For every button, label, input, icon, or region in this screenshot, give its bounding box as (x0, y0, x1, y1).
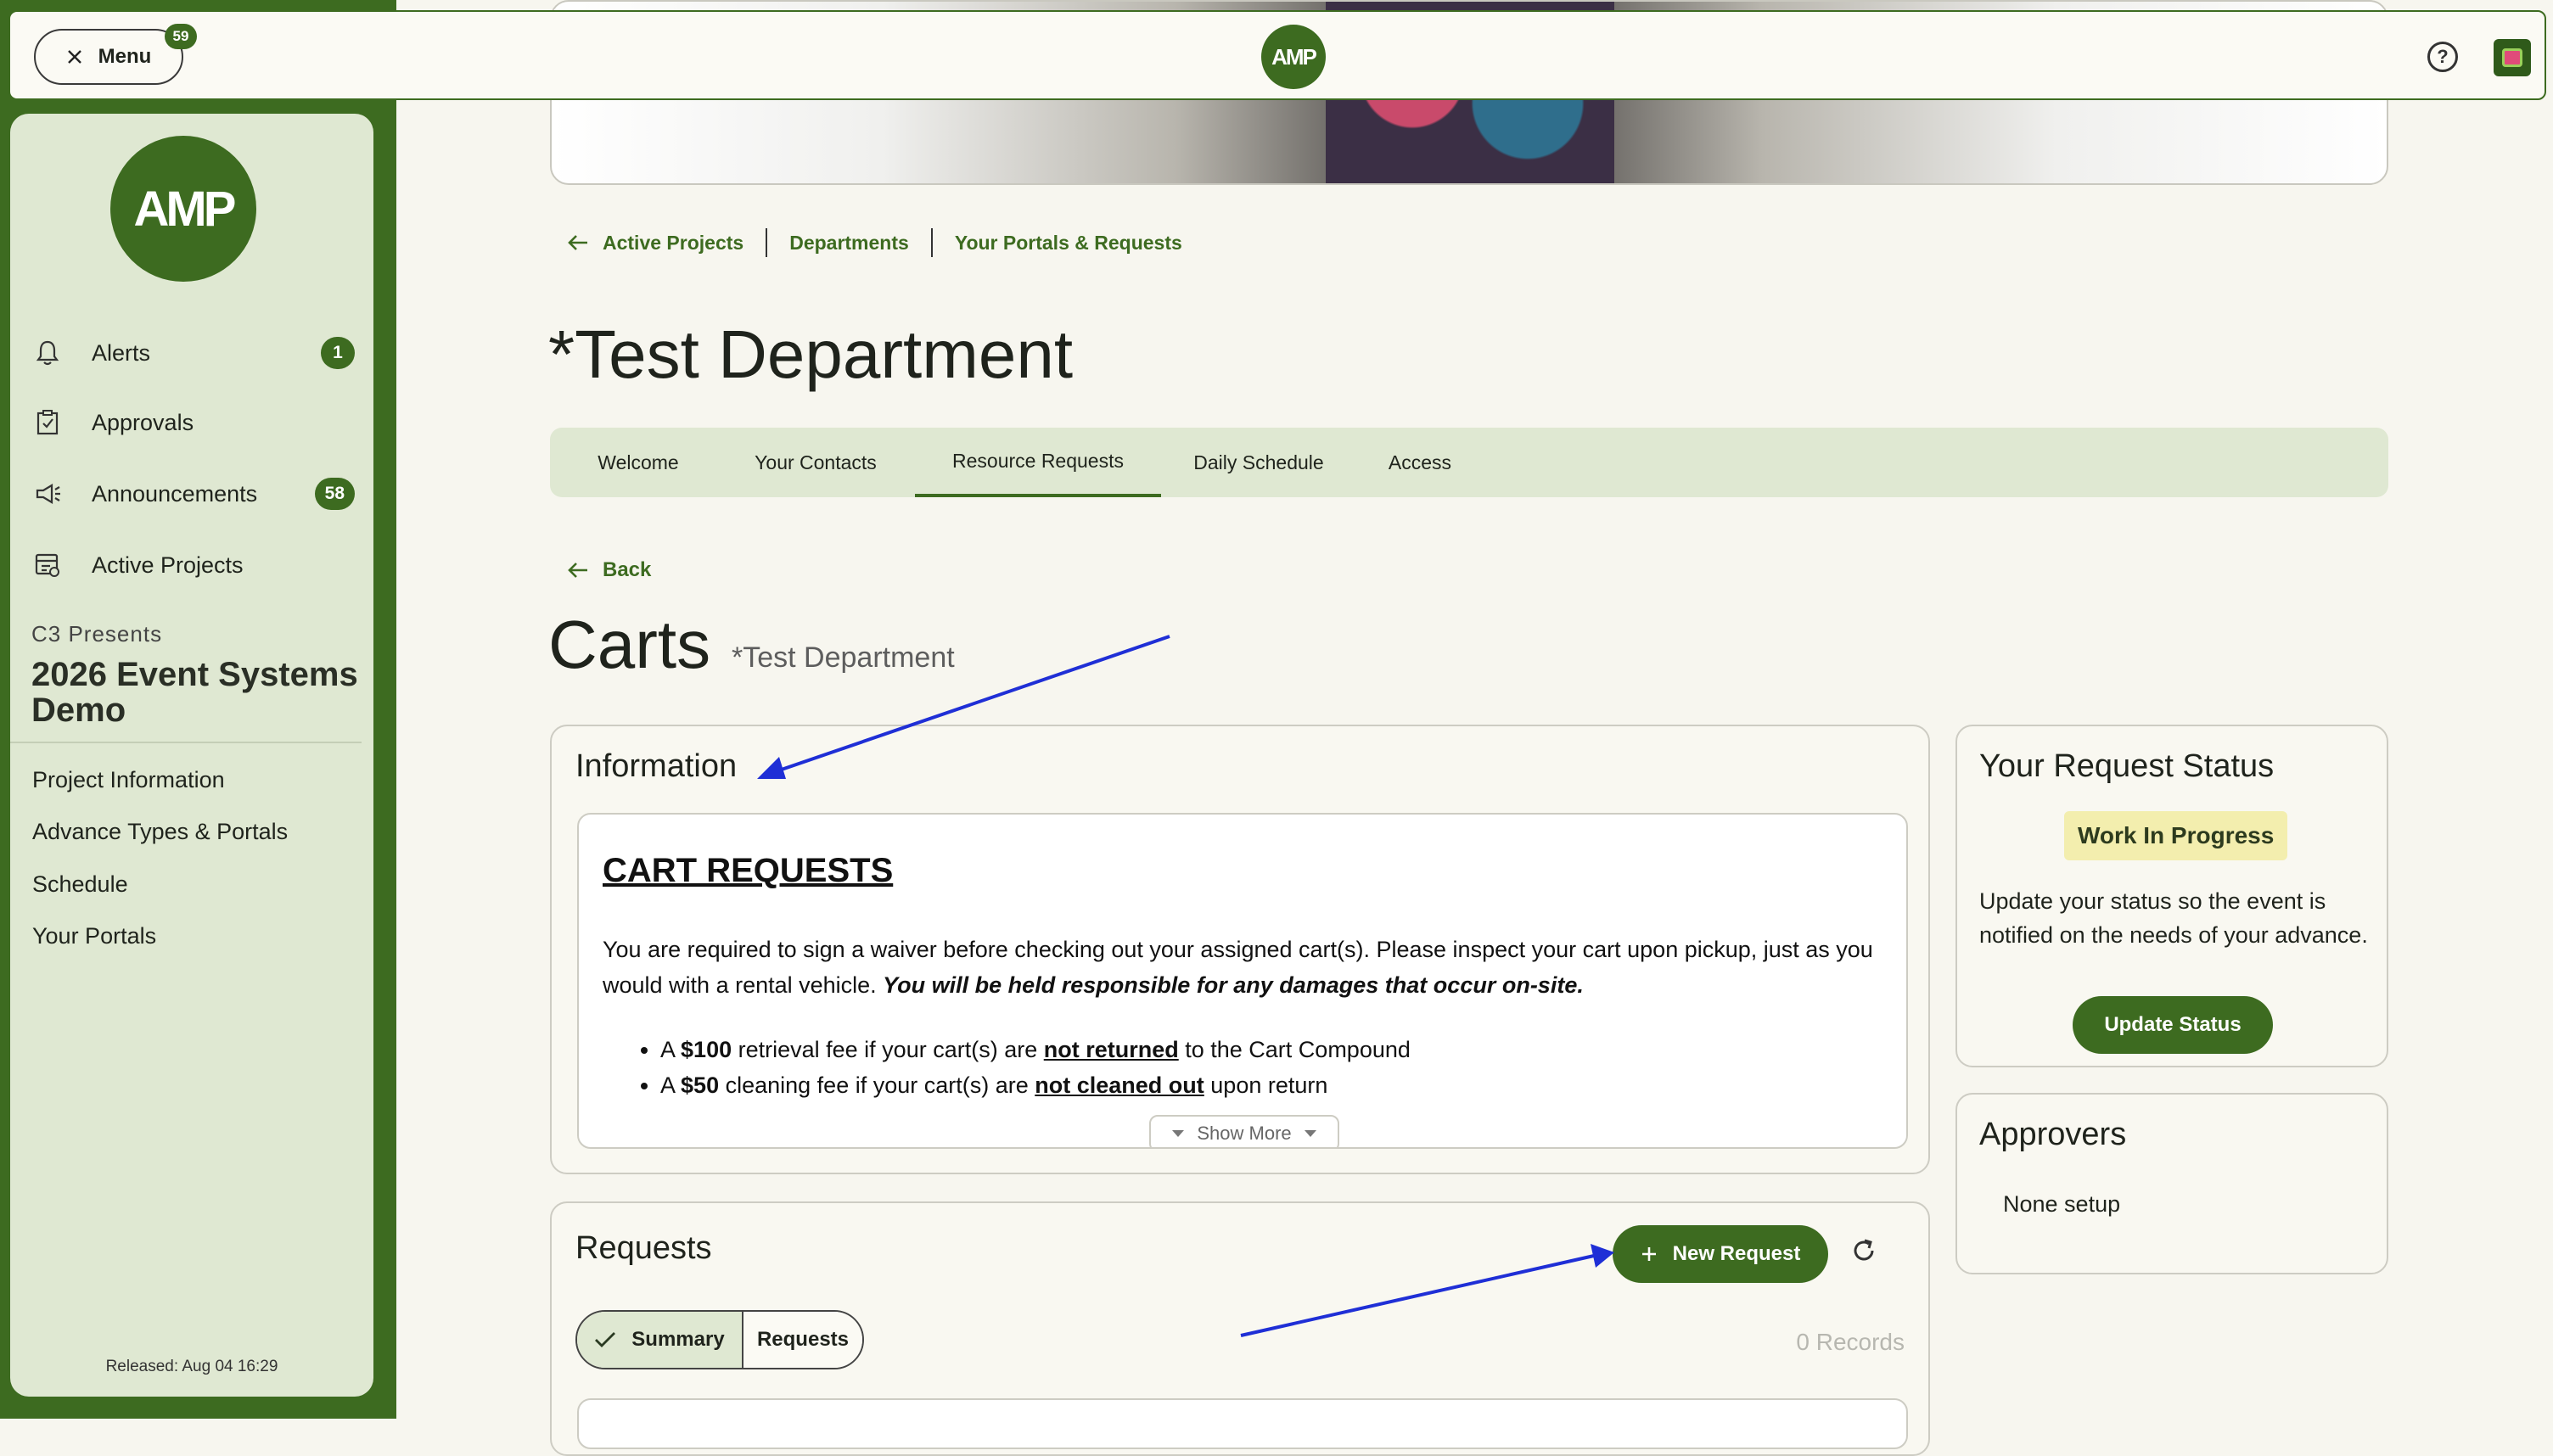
sidebar-link-schedule[interactable]: Schedule (32, 871, 128, 898)
refresh-icon[interactable] (1847, 1234, 1881, 1268)
sidebar-item-active-projects[interactable]: Active Projects (32, 540, 355, 591)
status-description: Update your status so the event is notif… (1979, 888, 2368, 948)
sidebar: AMP Alerts 1 Approvals Announcements 58 … (10, 114, 373, 1397)
information-card: Information CART REQUESTS You are requir… (550, 725, 1930, 1174)
tab-your-contacts[interactable]: Your Contacts (727, 428, 905, 497)
menu-button[interactable]: Menu (34, 29, 183, 85)
avatar[interactable] (2494, 39, 2531, 76)
breadcrumb: Active Projects Departments Your Portals… (567, 228, 1182, 257)
breadcrumb-separator (766, 228, 768, 257)
breadcrumb-your-portals[interactable]: Your Portals & Requests (955, 232, 1182, 255)
page-subtitle: *Test Department (732, 641, 955, 674)
toggle-requests[interactable]: Requests (743, 1312, 862, 1368)
sidebar-link-your-portals[interactable]: Your Portals (32, 923, 156, 949)
tab-access[interactable]: Access (1348, 428, 1492, 497)
back-link[interactable]: Back (567, 558, 651, 582)
department-title: *Test Department (548, 316, 1074, 392)
information-title: Information (575, 748, 738, 784)
project-title: 2026 Event Systems Demo (31, 656, 358, 729)
sidebar-item-approvals[interactable]: Approvals (32, 397, 355, 448)
toggle-summary-label: Summary (631, 1328, 725, 1351)
status-badge: Work In Progress (2064, 811, 2288, 860)
approvers-card: Approvers None setup (1955, 1093, 2388, 1274)
caret-down-icon (1172, 1130, 1185, 1137)
information-content: CART REQUESTS You are required to sign a… (577, 813, 1908, 1149)
check-icon (595, 1332, 616, 1347)
sidebar-item-label: Alerts (92, 339, 151, 366)
clipboard-check-icon (32, 407, 63, 438)
back-label: Back (603, 558, 652, 581)
sidebar-logo[interactable]: AMP (110, 136, 256, 282)
department-tabs: Welcome Your Contacts Resource Requests … (550, 428, 2388, 497)
approvers-title: Approvers (1979, 1117, 2127, 1152)
bell-icon (32, 338, 63, 368)
approvers-value: None setup (2003, 1191, 2121, 1217)
projects-icon (32, 550, 63, 580)
arrow-left-icon (568, 235, 587, 250)
show-more-label: Show More (1197, 1123, 1292, 1144)
caret-down-icon (1304, 1130, 1316, 1137)
list-item: A $50 cleaning fee if your cart(s) are n… (660, 1067, 1876, 1103)
sidebar-divider (10, 742, 362, 743)
alerts-badge: 1 (321, 337, 355, 369)
sidebar-item-label: Approvals (92, 409, 194, 435)
info-paragraph-emphasis: You will be held responsible for any dam… (883, 972, 1584, 998)
sidebar-item-alerts[interactable]: Alerts 1 (32, 328, 355, 378)
sidebar-item-label: Active Projects (92, 552, 244, 578)
request-status-card: Your Request Status Work In Progress Upd… (1955, 725, 2388, 1067)
sidebar-item-label: Announcements (92, 480, 258, 507)
megaphone-icon (32, 479, 63, 509)
release-info: Released: Aug 04 16:29 (105, 1358, 278, 1375)
menu-badge: 59 (165, 24, 197, 49)
fee-list: A $100 retrieval fee if your cart(s) are… (603, 1032, 1876, 1103)
requests-table (577, 1398, 1908, 1449)
top-bar: Menu 59 AMP ? (8, 10, 2546, 100)
view-toggle: Summary Requests (575, 1310, 864, 1369)
breadcrumb-departments[interactable]: Departments (789, 232, 909, 255)
list-item: A $100 retrieval fee if your cart(s) are… (660, 1032, 1876, 1067)
sidebar-link-advance-types[interactable]: Advance Types & Portals (32, 819, 288, 845)
sidebar-item-announcements[interactable]: Announcements 58 (32, 468, 355, 519)
project-presenter: C3 Presents (31, 621, 163, 647)
update-status-button[interactable]: Update Status (2073, 996, 2273, 1054)
new-request-label: New Request (1672, 1242, 1801, 1265)
records-count: 0 Records (1796, 1329, 1905, 1355)
avatar-image (2502, 48, 2522, 67)
show-more-button[interactable]: Show More (1149, 1115, 1339, 1147)
close-icon (67, 50, 81, 64)
page-title: Carts (548, 607, 711, 682)
tab-resource-requests[interactable]: Resource Requests (915, 428, 1161, 497)
tab-welcome[interactable]: Welcome (550, 428, 727, 497)
breadcrumb-active-projects[interactable]: Active Projects (603, 232, 743, 255)
info-paragraph: You are required to sign a waiver before… (603, 932, 1876, 1003)
toggle-summary[interactable]: Summary (577, 1312, 743, 1368)
info-heading: CART REQUESTS (603, 852, 894, 889)
breadcrumb-separator (930, 228, 933, 257)
sidebar-link-project-information[interactable]: Project Information (32, 767, 225, 793)
arrow-left-icon (568, 563, 587, 578)
requests-title: Requests (575, 1230, 712, 1266)
request-status-title: Your Request Status (1979, 748, 2275, 784)
new-request-button[interactable]: New Request (1613, 1225, 1828, 1283)
plus-icon (1641, 1247, 1656, 1261)
requests-card: Requests New Request Summary Requests 0 … (550, 1201, 1930, 1456)
menu-label: Menu (98, 45, 152, 68)
help-icon[interactable]: ? (2427, 42, 2458, 72)
amp-logo[interactable]: AMP (1261, 25, 1326, 89)
announcements-badge: 58 (314, 478, 355, 510)
tab-daily-schedule[interactable]: Daily Schedule (1170, 428, 1348, 497)
